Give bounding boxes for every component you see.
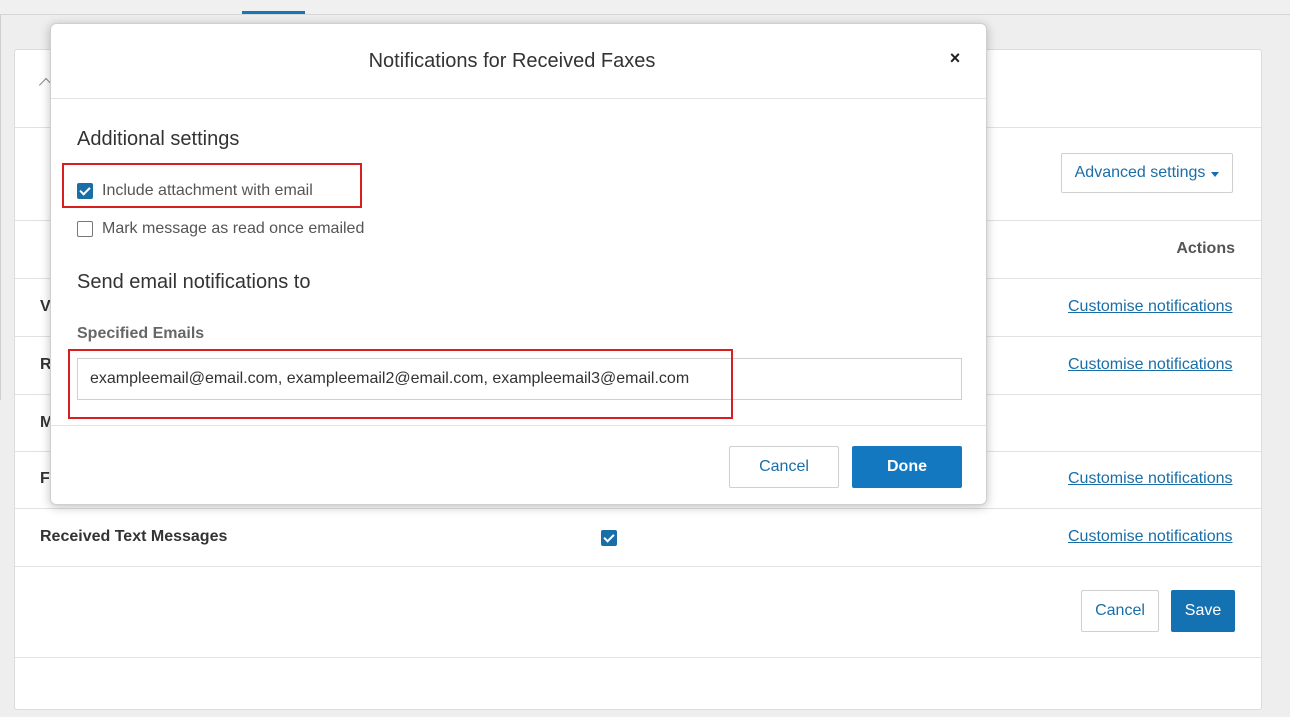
table-row-label: F	[40, 470, 50, 487]
mark-as-read-label: Mark message as read once emailed	[102, 220, 365, 237]
save-button[interactable]: Save	[1171, 590, 1235, 632]
customise-notifications-link[interactable]: Customise notifications	[1068, 356, 1233, 374]
divider	[15, 657, 1261, 658]
received-text-messages-checkbox[interactable]	[601, 530, 617, 546]
cancel-button[interactable]: Cancel	[1081, 590, 1159, 632]
modal-footer: Cancel Done	[51, 425, 986, 504]
advanced-settings-label: Advanced settings	[1074, 164, 1206, 181]
customise-notifications-link[interactable]: Customise notifications	[1068, 470, 1233, 488]
divider	[15, 566, 1261, 567]
advanced-settings-button[interactable]: Advanced settings	[1061, 153, 1233, 193]
close-icon[interactable]: ×	[946, 48, 964, 68]
active-tab-indicator	[242, 11, 305, 14]
caret-down-icon	[1211, 171, 1220, 177]
send-to-heading: Send email notifications to	[77, 271, 311, 293]
cancel-button[interactable]: Cancel	[729, 446, 839, 488]
divider	[15, 508, 1261, 509]
received-text-messages-label: Received Text Messages	[40, 528, 228, 545]
specified-emails-label: Specified Emails	[77, 325, 205, 342]
include-attachment-checkbox[interactable]	[77, 183, 93, 199]
left-divider	[0, 15, 1, 400]
mark-as-read-option[interactable]: Mark message as read once emailed	[77, 220, 364, 238]
actions-column-header: Actions	[1176, 240, 1235, 257]
modal-header: Notifications for Received Faxes ×	[51, 24, 986, 99]
include-attachment-option[interactable]: Include attachment with email	[77, 182, 313, 200]
notifications-modal: Notifications for Received Faxes × Addit…	[50, 23, 987, 505]
include-attachment-label: Include attachment with email	[102, 182, 313, 199]
mark-as-read-checkbox[interactable]	[77, 221, 93, 237]
done-button[interactable]: Done	[852, 446, 962, 488]
top-nav-bar	[0, 0, 1290, 15]
specified-emails-input[interactable]	[77, 358, 962, 400]
modal-title: Notifications for Received Faxes	[368, 50, 656, 72]
customise-notifications-link[interactable]: Customise notifications	[1068, 528, 1233, 546]
additional-settings-heading: Additional settings	[77, 128, 240, 150]
customise-notifications-link[interactable]: Customise notifications	[1068, 298, 1233, 316]
